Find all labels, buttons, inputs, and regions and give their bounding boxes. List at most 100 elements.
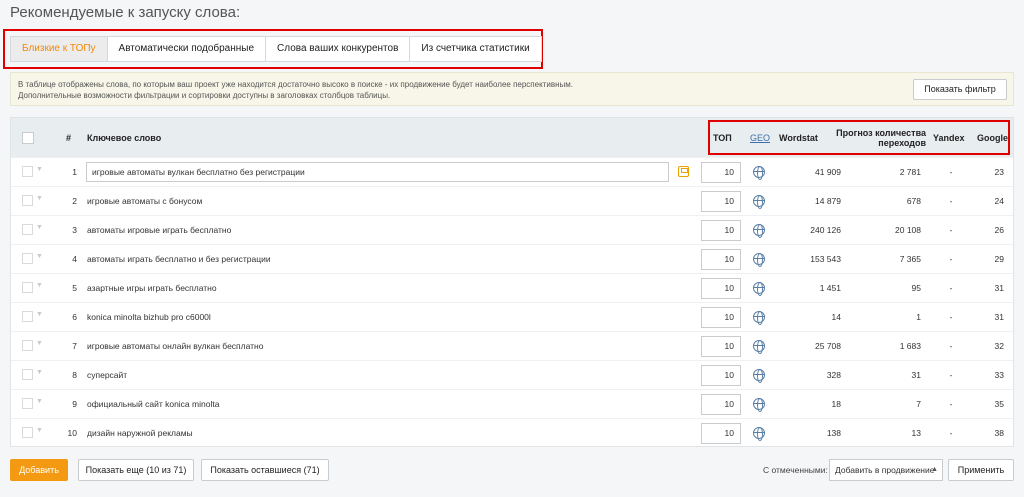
page-title: Рекомендуемые к запуску слова:	[10, 4, 241, 21]
globe-icon[interactable]	[753, 282, 765, 296]
top-input[interactable]: 10	[701, 191, 741, 212]
chevron-down-icon[interactable]: ▼	[36, 369, 43, 376]
google-position: 31	[994, 283, 1004, 293]
chevron-down-icon[interactable]: ▼	[36, 253, 43, 260]
wordstat-value: 41 909	[815, 167, 841, 177]
forecast-value: 13	[911, 428, 921, 438]
row-checkbox[interactable]	[22, 253, 33, 264]
yandex-position: -	[949, 225, 953, 235]
table-row: ▼ 4 автоматы играть бесплатно и без реги…	[11, 244, 1013, 273]
top-input[interactable]: 10	[701, 162, 741, 183]
row-number: 5	[72, 283, 77, 293]
table-row: ▼ 10 дизайн наружной рекламы 10 138 13 -…	[11, 418, 1013, 447]
top-input[interactable]: 10	[701, 365, 741, 386]
wordstat-value: 14	[831, 312, 841, 322]
row-checkbox[interactable]	[22, 427, 33, 438]
show-filter-button[interactable]: Показать фильтр	[913, 79, 1007, 100]
yandex-position: -	[949, 312, 953, 322]
forecast-value: 95	[911, 283, 921, 293]
chevron-down-icon[interactable]: ▼	[36, 282, 43, 289]
row-number: 2	[72, 196, 77, 206]
forecast-value: 7 365	[899, 254, 921, 264]
show-more-button[interactable]: Показать еще (10 из 71)	[78, 459, 194, 481]
globe-icon[interactable]	[753, 369, 765, 383]
google-position: 35	[994, 399, 1004, 409]
row-checkbox[interactable]	[22, 282, 33, 293]
table-row: ▼ 2 игровые автоматы с бонусом 10 14 879…	[11, 186, 1013, 215]
with-selected-label: С отмеченными:	[763, 465, 828, 475]
top-input[interactable]: 10	[701, 336, 741, 357]
table-row: ▼ 7 игровые автоматы онлайн вулкан беспл…	[11, 331, 1013, 360]
keyword-text: игровые автоматы онлайн вулкан бесплатно	[87, 341, 264, 351]
keyword-text: дизайн наружной рекламы	[87, 428, 193, 438]
table-row: ▼ 1 игровые автоматы вулкан бесплатно бе…	[11, 157, 1013, 186]
forecast-value: 7	[916, 399, 921, 409]
wordstat-value: 1 451	[819, 283, 841, 293]
row-number: 9	[72, 399, 77, 409]
wordstat-value: 138	[826, 428, 841, 438]
keyword-text: азартные игры играть бесплатно	[87, 283, 217, 293]
yandex-position: -	[949, 341, 953, 351]
yandex-position: -	[949, 167, 953, 177]
tab-close-to-top[interactable]: Близкие к ТОПу	[10, 36, 108, 62]
globe-icon[interactable]	[753, 195, 765, 209]
action-select[interactable]: Добавить в продвижение ▲	[829, 459, 943, 481]
row-number: 1	[72, 167, 77, 177]
chevron-down-icon[interactable]: ▼	[36, 224, 43, 231]
top-input[interactable]: 10	[701, 249, 741, 270]
row-checkbox[interactable]	[22, 166, 33, 177]
globe-icon[interactable]	[753, 311, 765, 325]
table-row: ▼ 5 азартные игры играть бесплатно 10 1 …	[11, 273, 1013, 302]
row-checkbox[interactable]	[22, 398, 33, 409]
chevron-down-icon[interactable]: ▼	[36, 195, 43, 202]
globe-icon[interactable]	[753, 340, 765, 354]
keyword-text: суперсайт	[87, 370, 128, 380]
yandex-position: -	[949, 196, 953, 206]
row-checkbox[interactable]	[22, 340, 33, 351]
show-rest-button[interactable]: Показать оставшиеся (71)	[201, 459, 329, 481]
tabs-highlight: Близкие к ТОПу Автоматически подобранные…	[3, 29, 543, 69]
wordstat-value: 153 543	[810, 254, 841, 264]
top-input[interactable]: 10	[701, 278, 741, 299]
top-input[interactable]: 10	[701, 423, 741, 444]
google-position: 29	[994, 254, 1004, 264]
forecast-value: 31	[911, 370, 921, 380]
col-keyword[interactable]: Ключевое слово	[87, 133, 161, 143]
chevron-down-icon[interactable]: ▼	[36, 311, 43, 318]
save-icon[interactable]	[678, 166, 689, 177]
globe-icon[interactable]	[753, 398, 765, 412]
keyword-text: игровые автоматы с бонусом	[87, 196, 203, 206]
add-button[interactable]: Добавить	[10, 459, 68, 481]
row-number: 6	[72, 312, 77, 322]
apply-button[interactable]: Применить	[948, 459, 1014, 481]
chevron-down-icon[interactable]: ▼	[36, 166, 43, 173]
row-number: 4	[72, 254, 77, 264]
top-input[interactable]: 10	[701, 307, 741, 328]
globe-icon[interactable]	[753, 224, 765, 238]
row-number: 3	[72, 225, 77, 235]
row-checkbox[interactable]	[22, 369, 33, 380]
globe-icon[interactable]	[753, 427, 765, 441]
top-input[interactable]: 10	[701, 394, 741, 415]
keyword-edit-input[interactable]: игровые автоматы вулкан бесплатно без ре…	[86, 162, 669, 182]
globe-icon[interactable]	[753, 166, 765, 180]
col-num[interactable]: #	[66, 133, 71, 143]
yandex-position: -	[949, 428, 953, 438]
chevron-down-icon[interactable]: ▼	[36, 398, 43, 405]
row-checkbox[interactable]	[22, 195, 33, 206]
row-checkbox[interactable]	[22, 311, 33, 322]
row-checkbox[interactable]	[22, 224, 33, 235]
keyword-text: автоматы игровые играть бесплатно	[87, 225, 232, 235]
top-input[interactable]: 10	[701, 220, 741, 241]
tab-stats-counter[interactable]: Из счетчика статистики	[409, 36, 542, 62]
wordstat-value: 240 126	[810, 225, 841, 235]
wordstat-value: 328	[826, 370, 841, 380]
tab-auto-selected[interactable]: Автоматически подобранные	[106, 36, 267, 62]
tab-competitors[interactable]: Слова ваших конкурентов	[265, 36, 411, 62]
select-all-checkbox[interactable]	[22, 132, 34, 144]
chevron-down-icon[interactable]: ▼	[36, 427, 43, 434]
chevron-down-icon[interactable]: ▼	[36, 340, 43, 347]
info-panel: В таблице отображены слова, по которым в…	[10, 72, 1014, 106]
table-row: ▼ 9 официальный сайт konica minolta 10 1…	[11, 389, 1013, 418]
globe-icon[interactable]	[753, 253, 765, 267]
